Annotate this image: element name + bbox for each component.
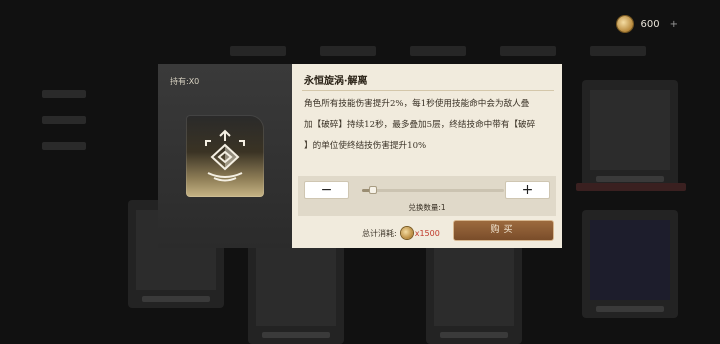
item-preview-panel: 持有:X0: [158, 64, 292, 248]
currency-display: 600 +: [616, 16, 678, 32]
background-tab: [500, 46, 556, 56]
increase-button[interactable]: +: [505, 181, 550, 199]
background-sidebar-item: [42, 90, 86, 98]
title-divider: [302, 90, 554, 91]
background-tab: [410, 46, 466, 56]
item-title: 永恒旋涡·解离: [304, 76, 368, 87]
total-cost-label: 总计消耗:: [362, 228, 397, 238]
item-detail-panel: 永恒旋涡·解离 角色所有技能伤害提升2%，每1秒使用技能命中会为敌人叠 加【破碎…: [292, 64, 562, 248]
background-tab: [590, 46, 646, 56]
background-card: [426, 236, 522, 344]
add-currency-icon[interactable]: +: [670, 19, 678, 30]
decrease-button[interactable]: −: [304, 181, 349, 199]
owned-count: 持有:X0: [170, 77, 200, 86]
coin-icon: [616, 16, 633, 32]
quantity-label: 兑换数量:1: [408, 203, 446, 212]
slider-handle[interactable]: [369, 186, 378, 194]
quantity-slider[interactable]: [362, 186, 504, 194]
background-sidebar: [30, 80, 110, 168]
item-description: 角色所有技能伤害提升2%，每1秒使用技能命中会为敌人叠 加【破碎】持续12秒，最…: [304, 99, 536, 151]
background-card: [248, 236, 344, 344]
buy-button[interactable]: 购买: [453, 220, 554, 241]
background-card: [582, 80, 678, 188]
background-tab: [230, 46, 286, 56]
background-tabs: [160, 40, 680, 66]
background-sidebar-item: [42, 142, 86, 150]
background-strip: [576, 183, 686, 191]
total-cost-value: x1500: [414, 228, 440, 238]
currency-amount: 600: [640, 18, 660, 30]
coin-icon: [400, 227, 413, 239]
quantity-stepper: − + 兑换数量:1: [298, 176, 556, 216]
purchase-dialog: 持有:X0 永恒旋涡·解离 角色所有技能伤害提升2%，每1秒使用技能命中会为敌人…: [158, 64, 562, 248]
background-card: [582, 210, 678, 318]
vortex-emblem-icon: [205, 129, 245, 182]
background-sidebar-item: [42, 116, 86, 124]
item-frame: [186, 115, 264, 197]
background-tab: [320, 46, 376, 56]
total-cost: 总计消耗: x1500: [362, 227, 440, 239]
